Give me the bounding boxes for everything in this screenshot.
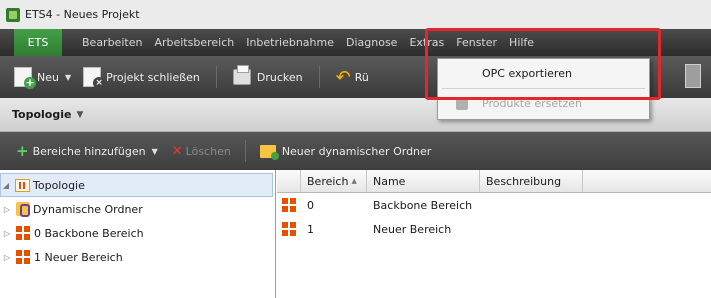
tree-item-label: Dynamische Ordner bbox=[33, 202, 143, 216]
collapse-arrow-icon[interactable]: ◢ bbox=[1, 181, 11, 190]
topology-tree: ◢ Topologie ▷ Dynamische Ordner ▷ 0 Back… bbox=[0, 170, 276, 298]
chevron-down-icon[interactable]: ▼ bbox=[76, 110, 83, 120]
add-areas-button[interactable]: + Bereiche hinzufügen ▼ bbox=[12, 142, 162, 160]
column-header-label: Name bbox=[373, 174, 406, 188]
table-row[interactable]: 0 Backbone Bereich bbox=[277, 193, 711, 217]
chevron-down-icon[interactable]: ▼ bbox=[152, 147, 158, 156]
column-header-label: Bereich bbox=[307, 174, 349, 188]
title-bar: ETS4 - Neues Projekt bbox=[0, 0, 711, 29]
add-areas-label: Bereiche hinzufügen bbox=[32, 144, 146, 158]
expand-arrow-icon[interactable]: ▷ bbox=[2, 229, 12, 238]
delete-x-icon: ✕ bbox=[171, 143, 183, 159]
menu-arbeitsbereich[interactable]: Arbeitsbereich bbox=[148, 29, 240, 56]
new-document-icon: + bbox=[14, 67, 36, 89]
cell-bereich: 0 bbox=[307, 198, 314, 212]
table-row[interactable]: 1 Neuer Bereich bbox=[277, 217, 711, 241]
chevron-down-icon[interactable]: ▼ bbox=[65, 73, 71, 82]
column-header-icon bbox=[277, 170, 301, 192]
column-header-label: Beschreibung bbox=[486, 174, 562, 188]
tree-item-area-0[interactable]: ▷ 0 Backbone Bereich bbox=[0, 221, 275, 245]
window-title: ETS4 - Neues Projekt bbox=[25, 8, 140, 21]
topology-icon bbox=[15, 178, 30, 192]
ets-app-icon bbox=[6, 7, 20, 22]
print-button[interactable]: Drucken bbox=[227, 63, 309, 91]
close-project-icon: × bbox=[83, 67, 106, 89]
expand-arrow-icon[interactable]: ▷ bbox=[2, 205, 12, 214]
panel-layout-icon[interactable] bbox=[685, 64, 701, 88]
toolbar-divider bbox=[318, 66, 320, 88]
new-button[interactable]: + Neu ▼ bbox=[8, 63, 77, 91]
menu-diagnose[interactable]: Diagnose bbox=[340, 29, 403, 56]
delete-button[interactable]: ✕ Löschen bbox=[168, 144, 235, 159]
tree-item-dynamic-folders[interactable]: ▷ Dynamische Ordner bbox=[0, 197, 275, 221]
menu-ets[interactable]: ETS bbox=[14, 29, 62, 56]
tree-item-label: 1 Neuer Bereich bbox=[34, 250, 123, 264]
new-button-label: Neu bbox=[37, 70, 59, 84]
area-icon bbox=[282, 198, 296, 212]
area-icon bbox=[16, 226, 30, 240]
undo-icon: ↶ bbox=[335, 66, 351, 88]
cell-bereich: 1 bbox=[307, 222, 314, 236]
undo-button-label: Rü bbox=[354, 70, 369, 84]
tree-item-topologie[interactable]: ◢ Topologie bbox=[0, 173, 273, 197]
column-header-name[interactable]: Name bbox=[367, 170, 480, 192]
table-header: Bereich ▲ Name Beschreibung bbox=[277, 170, 711, 193]
print-button-label: Drucken bbox=[256, 70, 303, 84]
areas-table: Bereich ▲ Name Beschreibung 0 Backbone B… bbox=[277, 170, 711, 298]
sort-ascending-icon: ▲ bbox=[351, 177, 357, 185]
undo-button[interactable]: ↶ Rü bbox=[330, 63, 375, 91]
cell-name: Neuer Bereich bbox=[373, 222, 452, 236]
dynamic-folder-icon bbox=[16, 202, 30, 217]
toolbar-divider bbox=[215, 66, 217, 88]
menu-inbetriebnahme[interactable]: Inbetriebnahme bbox=[240, 29, 340, 56]
column-header-bereich[interactable]: Bereich ▲ bbox=[301, 170, 367, 192]
area-icon bbox=[282, 222, 296, 236]
tree-item-label: Topologie bbox=[33, 178, 85, 192]
area-icon bbox=[16, 250, 30, 264]
column-header-filler bbox=[583, 170, 711, 192]
column-header-beschreibung[interactable]: Beschreibung bbox=[480, 170, 583, 192]
cell-name: Backbone Bereich bbox=[373, 198, 473, 212]
delete-label: Löschen bbox=[185, 144, 231, 158]
close-project-button[interactable]: × Projekt schließen bbox=[77, 63, 206, 91]
plus-icon: + bbox=[16, 142, 29, 160]
new-dynamic-folder-button[interactable]: Neuer dynamischer Ordner bbox=[256, 144, 436, 160]
panel-title: Topologie bbox=[12, 108, 72, 121]
new-dynamic-folder-label: Neuer dynamischer Ordner bbox=[281, 144, 432, 158]
dynamic-folder-icon bbox=[259, 144, 279, 160]
expand-arrow-icon[interactable]: ▷ bbox=[2, 253, 12, 262]
tree-item-label: 0 Backbone Bereich bbox=[34, 226, 144, 240]
printer-icon bbox=[232, 65, 251, 85]
highlight-box bbox=[425, 28, 661, 100]
panel-toolbar: + Bereiche hinzufügen ▼ ✕ Löschen Neuer … bbox=[0, 132, 711, 170]
close-project-label: Projekt schließen bbox=[106, 70, 200, 84]
toolbar-divider bbox=[244, 140, 246, 162]
menu-bearbeiten[interactable]: Bearbeiten bbox=[76, 29, 148, 56]
tree-item-area-1[interactable]: ▷ 1 Neuer Bereich bbox=[0, 245, 275, 269]
